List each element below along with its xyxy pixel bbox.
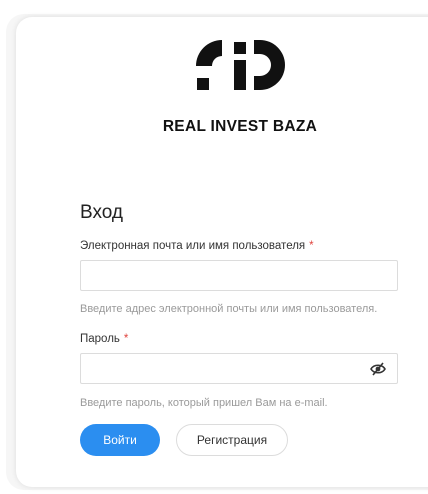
- required-mark: *: [309, 240, 314, 252]
- register-button[interactable]: Регистрация: [176, 424, 288, 456]
- username-hint: Введите адрес электронной почты или имя …: [80, 303, 378, 315]
- password-hint: Введите пароль, который пришел Вам на e-…: [80, 397, 328, 409]
- username-label: Электронная почта или имя пользователя *: [80, 240, 314, 252]
- rib-logo-icon: [196, 40, 285, 90]
- password-label-text: Пароль: [80, 333, 120, 345]
- username-label-text: Электронная почта или имя пользователя: [80, 240, 306, 252]
- login-title: Вход: [80, 202, 123, 223]
- password-input[interactable]: [80, 353, 398, 384]
- password-label: Пароль *: [80, 333, 128, 345]
- brand-name: REAL INVEST BAZA: [162, 118, 318, 135]
- required-mark: *: [123, 333, 129, 345]
- eye-slash-icon[interactable]: [370, 362, 386, 376]
- username-input[interactable]: [80, 260, 398, 291]
- login-button[interactable]: Войти: [80, 424, 160, 456]
